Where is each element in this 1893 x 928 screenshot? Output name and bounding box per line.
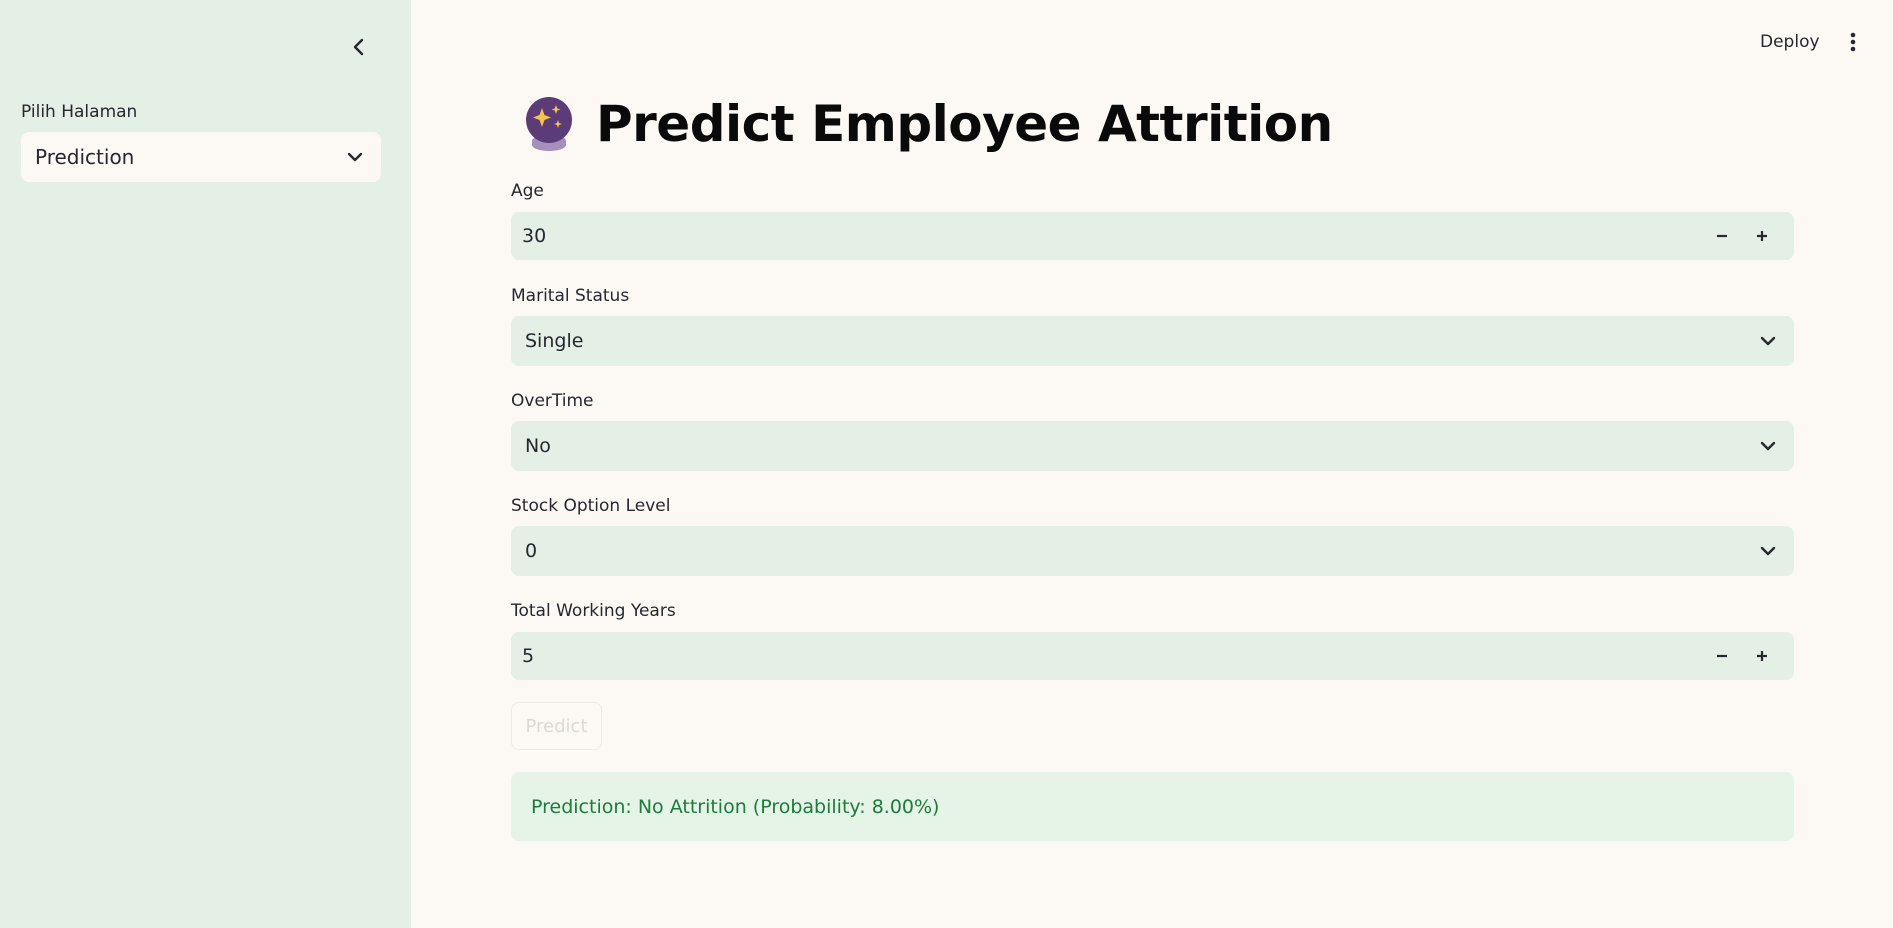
main-menu-button[interactable] [1843, 28, 1863, 56]
overtime-label: OverTime [511, 391, 594, 411]
chevron-down-icon [1760, 546, 1776, 556]
app-root: Pilih Halaman Prediction Deploy Predict … [0, 0, 1893, 928]
age-value[interactable]: 30 [522, 225, 1702, 247]
total-working-years-stepper [1702, 636, 1782, 676]
overtime-value: No [525, 435, 551, 457]
marital-status-value: Single [525, 330, 584, 352]
total-working-years-label: Total Working Years [511, 601, 676, 621]
total-working-years-increment-button[interactable] [1742, 636, 1782, 676]
marital-status-label: Marital Status [511, 286, 630, 306]
page-title: Predict Employee Attrition [596, 95, 1333, 153]
age-increment-button[interactable] [1742, 216, 1782, 256]
more-vertical-icon [1850, 32, 1856, 52]
collapse-sidebar-button[interactable] [344, 32, 374, 62]
page-title-row: Predict Employee Attrition [522, 92, 1333, 156]
total-working-years-decrement-button[interactable] [1702, 636, 1742, 676]
prediction-result-alert: Prediction: No Attrition (Probability: 8… [511, 772, 1794, 841]
predict-button[interactable]: Predict [511, 702, 602, 750]
chevron-down-icon [1760, 336, 1776, 346]
age-input: 30 [511, 212, 1794, 260]
minus-icon [1717, 654, 1727, 658]
overtime-select[interactable]: No [511, 421, 1794, 471]
chevron-down-icon [1760, 441, 1776, 451]
age-label: Age [511, 181, 544, 201]
stock-option-level-label: Stock Option Level [511, 496, 671, 516]
stock-option-level-select[interactable]: 0 [511, 526, 1794, 576]
plus-icon [1757, 231, 1767, 241]
total-working-years-value[interactable]: 5 [522, 645, 1702, 667]
age-decrement-button[interactable] [1702, 216, 1742, 256]
page-select-value: Prediction [35, 145, 135, 169]
chevron-left-icon [353, 38, 364, 56]
page-select-label: Pilih Halaman [21, 102, 138, 122]
stock-option-level-value: 0 [525, 540, 538, 562]
deploy-button[interactable]: Deploy [1760, 28, 1820, 56]
age-stepper [1702, 216, 1782, 256]
minus-icon [1717, 234, 1727, 238]
page-select[interactable]: Prediction [21, 132, 381, 182]
prediction-result-text: Prediction: No Attrition (Probability: 8… [531, 795, 940, 818]
total-working-years-input: 5 [511, 632, 1794, 680]
sidebar: Pilih Halaman Prediction [0, 0, 411, 928]
chevron-down-icon [347, 152, 363, 162]
plus-icon [1757, 651, 1767, 661]
crystal-ball-icon [526, 97, 572, 151]
marital-status-select[interactable]: Single [511, 316, 1794, 366]
